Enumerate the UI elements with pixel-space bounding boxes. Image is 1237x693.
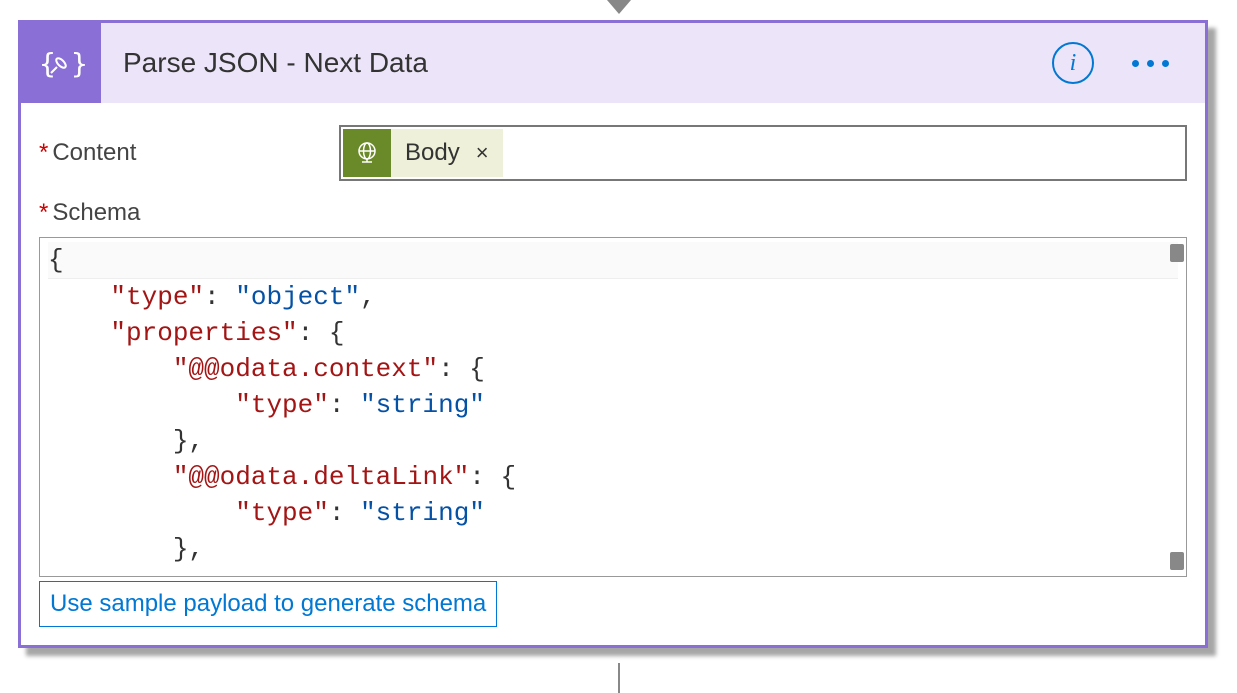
connector-arrow-in (607, 0, 631, 14)
use-sample-payload-link[interactable]: Use sample payload to generate schema (39, 581, 497, 627)
globe-icon (343, 129, 391, 177)
info-button[interactable]: i (1052, 42, 1094, 84)
svg-text:{: { (39, 47, 56, 80)
schema-editor[interactable]: { "type": "object", "properties": { "@@o… (39, 237, 1187, 577)
more-options-button[interactable] (1124, 52, 1177, 75)
schema-label: *Schema (39, 199, 1187, 227)
scrollbar-thumb[interactable] (1170, 552, 1184, 570)
scrollbar-thumb[interactable] (1170, 244, 1184, 262)
content-input[interactable]: Body × (339, 125, 1187, 181)
content-label: *Content (39, 139, 339, 167)
card-title: Parse JSON - Next Data (101, 47, 1052, 79)
connector-line-out (618, 663, 620, 693)
card-header: { } Parse JSON - Next Data i (21, 23, 1205, 103)
card-body: *Content Body × (21, 103, 1205, 645)
token-remove-button[interactable]: × (474, 140, 503, 166)
svg-text:}: } (71, 47, 85, 80)
body-token[interactable]: Body × (343, 129, 503, 177)
token-label: Body (391, 139, 474, 167)
parse-json-icon: { } (21, 23, 101, 103)
action-card-parse-json: { } Parse JSON - Next Data i *Content (18, 20, 1208, 648)
content-field-row: *Content Body × (39, 125, 1187, 181)
